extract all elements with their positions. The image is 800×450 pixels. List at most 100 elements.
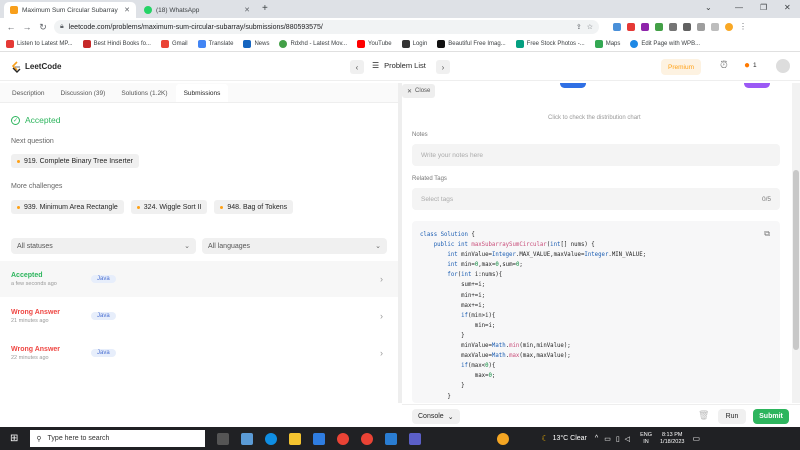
trash-icon[interactable]: 🗑︎: [698, 410, 709, 421]
submission-row[interactable]: Wrong Answer 22 minutes ago Java ›: [0, 335, 398, 371]
close-button[interactable]: ✕ Close: [402, 84, 436, 98]
app-icon[interactable]: [497, 432, 510, 445]
chrome-icon[interactable]: [337, 432, 350, 445]
left-panel: Description Discussion (39) Solutions (1…: [0, 83, 398, 403]
notes-placeholder: Write your notes here: [421, 151, 484, 159]
bookmark-item[interactable]: Edit Page with WPB...: [630, 39, 700, 48]
problem-list-button[interactable]: ☰ Problem List: [372, 61, 426, 70]
new-tab-icon[interactable]: +: [262, 3, 268, 14]
bookmark-star-icon[interactable]: ☆: [587, 23, 593, 31]
extension-icon[interactable]: [683, 23, 691, 31]
browser-menu-icon[interactable]: ⋮: [739, 23, 747, 31]
extension-icon[interactable]: [641, 23, 649, 31]
tab-whatsapp[interactable]: (18) WhatsApp ✕: [138, 2, 256, 18]
file-explorer-icon[interactable]: [289, 432, 302, 445]
maximize-icon[interactable]: ❐: [760, 3, 767, 12]
extension-icon[interactable]: [711, 23, 719, 31]
close-window-icon[interactable]: ✕: [784, 3, 791, 12]
bookmark-item[interactable]: Login: [401, 39, 427, 48]
bookmark-item[interactable]: Translate: [197, 39, 233, 48]
profile-avatar-icon[interactable]: [725, 23, 733, 31]
notes-input[interactable]: Write your notes here: [412, 144, 780, 166]
teams-icon[interactable]: [409, 432, 422, 445]
chrome-icon[interactable]: [361, 432, 374, 445]
run-label: Run: [725, 413, 739, 420]
streak-counter[interactable]: ● 1: [744, 60, 757, 71]
extension-icon[interactable]: [613, 23, 621, 31]
tab-solutions[interactable]: Solutions (1.2K): [113, 84, 175, 102]
prev-problem-button[interactable]: ‹: [350, 60, 364, 74]
bookmark-item[interactable]: Beautiful Free Imag...: [437, 39, 506, 48]
maps-icon: [594, 39, 603, 48]
console-button[interactable]: Console ⌄: [412, 409, 460, 424]
bookmark-item[interactable]: Listen to Latest MP...: [6, 39, 73, 48]
clock[interactable]: 8:13 PM 1/18/2023: [660, 432, 684, 446]
bookmark-favicon-icon: [630, 39, 639, 48]
code-block[interactable]: ⧉ class Solution { public int maxSubarray…: [412, 221, 780, 403]
clock-icon[interactable]: ⏰︎: [720, 60, 728, 71]
task-view-icon[interactable]: [217, 432, 230, 445]
bookmark-item[interactable]: Gmail: [160, 39, 188, 48]
bookmark-item[interactable]: Rdxhd - Latest Mov...: [279, 39, 347, 48]
bookmark-item[interactable]: Free Stock Photos -...: [515, 39, 585, 48]
mail-icon[interactable]: [313, 432, 326, 445]
minimize-icon[interactable]: —: [735, 3, 743, 12]
bookmark-favicon-icon: [279, 39, 288, 48]
language-filter-select[interactable]: All languages ⌄: [202, 238, 387, 254]
status-filter-select[interactable]: All statuses ⌄: [11, 238, 196, 254]
tab-submissions[interactable]: Submissions: [175, 84, 229, 102]
next-question-link[interactable]: 919. Complete Binary Tree Inserter: [11, 154, 139, 168]
scrollbar-thumb[interactable]: [793, 170, 799, 350]
tab-discussion[interactable]: Discussion (39): [53, 84, 114, 102]
share-icon[interactable]: ⇪: [576, 23, 582, 31]
app-icon[interactable]: [241, 432, 254, 445]
network-icon[interactable]: ▭: [604, 435, 611, 443]
weather-text[interactable]: 13°C Clear: [553, 435, 587, 442]
extension-icon[interactable]: [655, 23, 663, 31]
bookmark-item[interactable]: YouTube: [357, 39, 392, 48]
close-tab-icon[interactable]: ✕: [244, 6, 250, 14]
submission-row[interactable]: Wrong Answer 21 minutes ago Java ›: [0, 298, 398, 334]
extension-icon[interactable]: [697, 23, 705, 31]
extension-icon[interactable]: [669, 23, 677, 31]
forward-icon[interactable]: →: [22, 22, 32, 32]
accepted-label: Accepted: [25, 115, 61, 125]
windows-taskbar: ⊞ ⚲ Type here to search ☾ 13°C Clear ^ ▭…: [0, 427, 800, 450]
run-button[interactable]: Run: [718, 409, 746, 424]
windows-start-icon[interactable]: ⊞: [10, 433, 18, 444]
premium-button[interactable]: Premium: [661, 59, 701, 75]
language-indicator[interactable]: ENG IN: [640, 432, 652, 446]
next-question-label: Next question: [11, 138, 54, 145]
speaker-icon[interactable]: ◁: [625, 435, 630, 443]
url-field[interactable]: 🔒︎ leetcode.com/problems/maximum-sum-cir…: [54, 20, 599, 34]
leetcode-logo[interactable]: LeetCode: [11, 60, 61, 73]
notification-icon[interactable]: ▭: [692, 434, 700, 443]
submit-button[interactable]: Submit: [753, 409, 789, 424]
challenge-link[interactable]: 948. Bag of Tokens: [214, 200, 294, 214]
challenge-link[interactable]: 324. Wiggle Sort II: [130, 200, 208, 214]
bookmark-item[interactable]: Maps: [594, 39, 620, 48]
tab-description[interactable]: Description: [4, 84, 53, 102]
tab-maximum-sum[interactable]: Maximum Sum Circular Subarray ✕: [4, 2, 136, 18]
taskbar-search-box[interactable]: ⚲ Type here to search: [30, 430, 206, 447]
edge-icon[interactable]: [265, 432, 278, 445]
right-panel: ✕ Close Click to check the distribution …: [402, 83, 792, 403]
back-icon[interactable]: ←: [6, 22, 16, 32]
bookmark-item[interactable]: News: [243, 39, 269, 48]
tab-search-icon[interactable]: ⌄: [705, 3, 712, 12]
battery-icon[interactable]: ▯: [616, 435, 620, 443]
bookmark-item[interactable]: Best Hindi Books fo...: [82, 39, 151, 48]
extension-icon[interactable]: [627, 23, 635, 31]
user-avatar[interactable]: [776, 59, 790, 73]
copy-icon[interactable]: ⧉: [764, 229, 770, 239]
challenge-title: 948. Bag of Tokens: [227, 203, 288, 211]
close-tab-icon[interactable]: ✕: [124, 6, 130, 14]
chevron-up-icon[interactable]: ^: [595, 435, 598, 442]
reload-icon[interactable]: ↻: [38, 22, 48, 33]
vscode-icon[interactable]: [385, 432, 398, 445]
submission-row[interactable]: Accepted a few seconds ago Java ›: [0, 261, 398, 297]
tags-select[interactable]: Select tags 0/5: [412, 188, 780, 210]
distribution-hint[interactable]: Click to check the distribution chart: [548, 115, 641, 121]
challenge-link[interactable]: 939. Minimum Area Rectangle: [11, 200, 124, 214]
next-problem-button[interactable]: ›: [436, 60, 450, 74]
